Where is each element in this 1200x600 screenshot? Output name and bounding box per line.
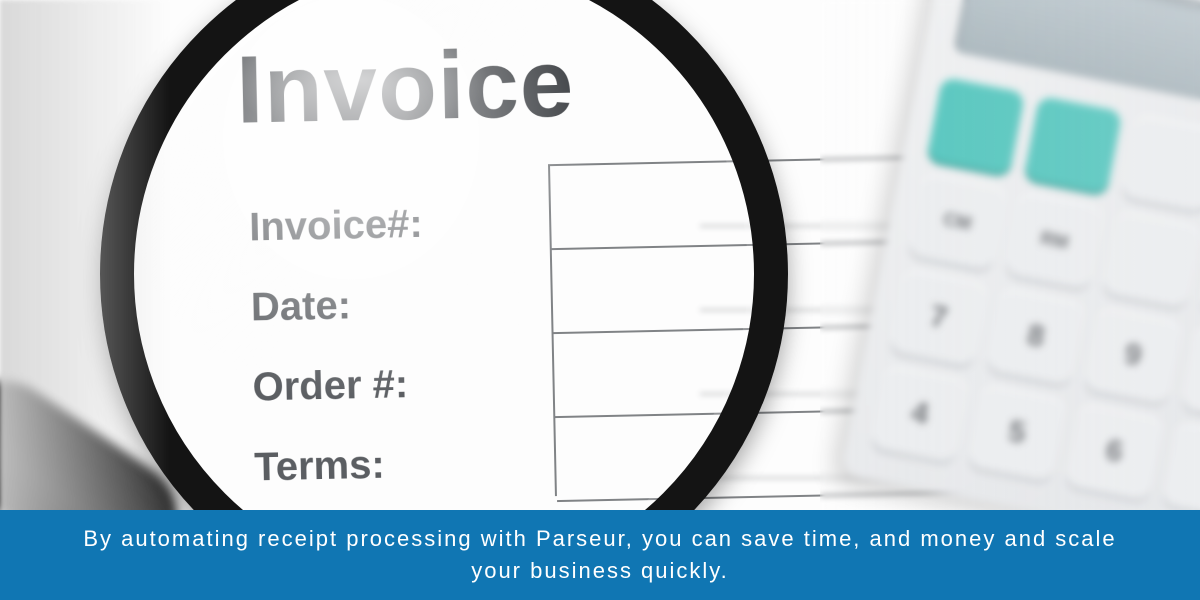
caption-text: By automating receipt processing with Pa… <box>60 523 1140 587</box>
blur-vignette-right <box>820 0 1200 520</box>
hero-image: Invoice Invoice#: Date: Order #: Terms: … <box>0 0 1200 600</box>
caption-bar: By automating receipt processing with Pa… <box>0 510 1200 600</box>
